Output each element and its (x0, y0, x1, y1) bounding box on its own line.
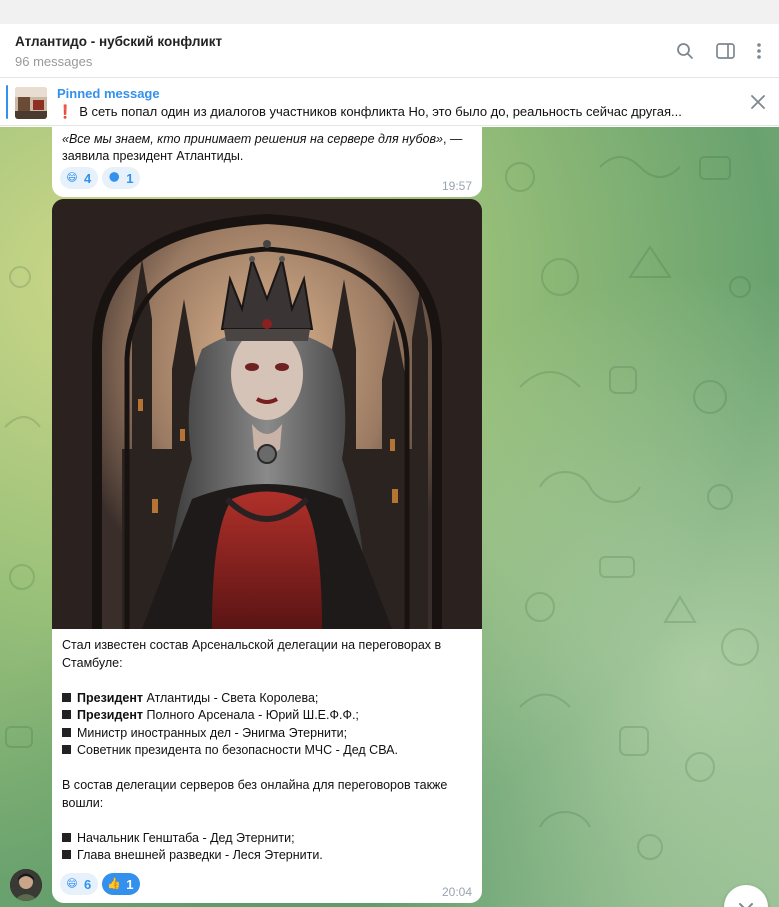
bullet-square-icon (62, 745, 71, 754)
search-icon[interactable] (674, 40, 696, 62)
bold-text: Президент (77, 708, 144, 722)
chat-member-count: 96 messages (15, 54, 93, 69)
bullet-square-icon (62, 692, 71, 702)
message-paragraph: Стал известен состав Арсенальской делега… (62, 638, 442, 670)
pinned-label: Pinned message (57, 86, 160, 101)
list-text: Полного Арсенала - Юрий Ш.Е.Ф.Ф.; (143, 708, 359, 722)
list-text: Атлантиды - Света Королева; (143, 690, 319, 705)
list-item: Глава внешней разведки - Леся Этернити. (62, 847, 474, 865)
bold-text: Президент (77, 690, 144, 705)
grinning-emoji-icon: 😄 (66, 877, 78, 890)
list-text: Министр иностранных дел - Энигма Этернит… (77, 725, 348, 740)
reaction-count: 1 (126, 876, 134, 892)
message-photo[interactable] (52, 199, 482, 629)
reactions-row: 😄 6 👍 1 (60, 873, 141, 895)
reaction-chip[interactable]: 😄 6 (60, 873, 99, 895)
thumbs-up-emoji-icon: 👍 (107, 877, 122, 890)
message-bubble[interactable]: Стал известен состав Арсенальской делега… (52, 199, 482, 903)
chat-header[interactable]: Атлантидо - нубский конфликт 96 messages (0, 24, 779, 78)
list-text: Глава внешней разведки - Леся Этернити. (77, 848, 323, 862)
bullet-square-icon (62, 727, 71, 737)
grinning-emoji-icon: 😄 (66, 171, 78, 184)
chevron-down-icon (738, 900, 754, 907)
list-item: Начальник Генштаба - Дед Этернити; (62, 830, 474, 848)
sidebar-toggle-icon[interactable] (714, 40, 736, 62)
reaction-chip[interactable]: 😄 4 (60, 167, 99, 189)
bullet-square-icon (62, 710, 71, 719)
moon-emoji-icon: 🌑 (108, 171, 120, 184)
list-text: Начальник Генштаба - Дед Этернити; (77, 830, 295, 845)
message-text: Стал известен состав Арсенальской делега… (62, 637, 474, 865)
reaction-chip-selected[interactable]: 👍 1 (102, 873, 141, 895)
message-paragraph: В состав делегации серверов без онлайна … (62, 778, 448, 810)
message-text: «Все мы знаем, кто принимает решения на … (62, 131, 472, 165)
message-time: 19:57 (442, 179, 473, 193)
chat-title[interactable]: Атлантидо - нубский конфликт (15, 34, 222, 49)
list-item: Президент Полного Арсенала - Юрий Ш.Е.Ф.… (62, 707, 474, 725)
reaction-chip[interactable]: 🌑 1 (102, 167, 141, 189)
pinned-indicator (6, 85, 8, 119)
quote-italic: «Все мы знаем, кто принимает решения на … (62, 132, 443, 146)
pinned-preview: В сеть попал один из диалогов участников… (79, 104, 682, 119)
close-icon[interactable] (748, 92, 768, 112)
pinned-thumbnail (15, 87, 47, 119)
bullet-square-icon (62, 850, 71, 859)
reaction-count: 6 (84, 876, 92, 892)
avatar[interactable] (10, 869, 42, 901)
list-text: Советник президента по безопасности МЧС … (77, 743, 398, 757)
reaction-count: 1 (126, 170, 134, 186)
list-item: Президент Атлантиды - Света Королева; (62, 690, 474, 708)
message-bubble[interactable]: «Все мы знаем, кто принимает решения на … (52, 127, 482, 197)
pinned-message-bar[interactable]: Pinned message ❗ В сеть попал один из диа… (0, 79, 779, 126)
message-time: 20:04 (442, 885, 473, 899)
reactions-row: 😄 4 🌑 1 (60, 167, 141, 189)
reaction-count: 4 (84, 170, 92, 186)
window-top-strip (0, 0, 779, 24)
list-item: Советник президента по безопасности МЧС … (62, 742, 474, 760)
exclamation-icon: ❗ (57, 104, 74, 119)
bullet-square-icon (62, 832, 71, 842)
more-vertical-icon[interactable] (748, 40, 770, 62)
chat-area[interactable]: «Все мы знаем, кто принимает решения на … (0, 127, 779, 907)
list-item: Министр иностранных дел - Энигма Этернит… (62, 725, 474, 743)
pinned-text: ❗ В сеть попал один из диалогов участнико… (57, 104, 737, 120)
